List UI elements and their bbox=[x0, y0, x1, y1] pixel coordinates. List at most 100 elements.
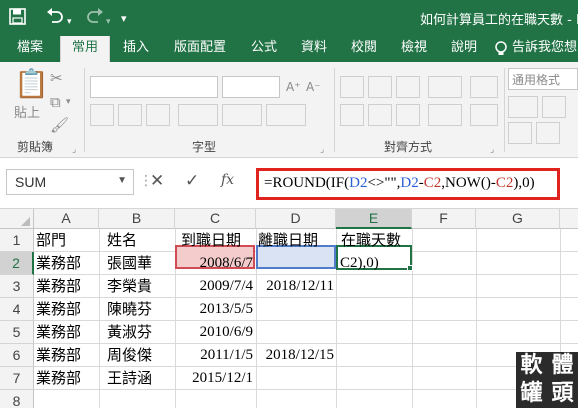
wrap-text-button[interactable] bbox=[470, 76, 498, 98]
cell-c3[interactable]: 2009/7/4 bbox=[175, 275, 253, 298]
copy-icon[interactable]: ⧉ bbox=[50, 94, 61, 110]
select-all-corner[interactable] bbox=[0, 209, 34, 229]
align-top-button[interactable] bbox=[340, 76, 364, 98]
row-header-8[interactable]: 8 bbox=[0, 390, 34, 408]
enter-icon[interactable]: ✓ bbox=[185, 171, 199, 191]
row-header-3[interactable]: 3 bbox=[0, 275, 34, 298]
cell-a5[interactable]: 業務部 bbox=[34, 321, 99, 344]
cell-a3[interactable]: 業務部 bbox=[34, 275, 99, 298]
save-icon[interactable] bbox=[9, 8, 26, 30]
tab-page-layout[interactable]: 版面配置 bbox=[168, 36, 232, 62]
cell-c6[interactable]: 2011/1/5 bbox=[175, 344, 253, 367]
increase-decimal-button[interactable] bbox=[508, 122, 532, 144]
font-size-box[interactable] bbox=[222, 76, 280, 98]
underline-button[interactable] bbox=[146, 104, 170, 126]
bold-button[interactable] bbox=[90, 104, 114, 126]
column-header-g[interactable]: G bbox=[476, 209, 560, 229]
clipboard-icon[interactable]: 📋 bbox=[14, 70, 49, 98]
accounting-format-button[interactable] bbox=[508, 96, 538, 118]
cut-icon[interactable]: ✂ bbox=[50, 70, 63, 86]
tab-formulas[interactable]: 公式 bbox=[244, 36, 284, 62]
alignment-launcher-icon[interactable]: ⌟ bbox=[490, 142, 494, 158]
redo-icon[interactable] bbox=[86, 8, 104, 29]
copy-dropdown-icon[interactable]: ▾ bbox=[66, 94, 71, 110]
redo-dropdown-icon[interactable]: ▾ bbox=[106, 12, 111, 30]
cell-b3[interactable]: 李榮貴 bbox=[105, 275, 175, 298]
cancel-icon[interactable]: ✕ bbox=[150, 171, 164, 191]
formula-input[interactable]: =ROUND(IF(D2<>"",D2-C2,NOW()-C2),0) bbox=[256, 168, 560, 200]
cell-a6[interactable]: 業務部 bbox=[34, 344, 99, 367]
align-left-button[interactable] bbox=[340, 104, 364, 126]
name-box[interactable]: SUM ▼ bbox=[6, 169, 134, 195]
row-header-2[interactable]: 2 bbox=[0, 252, 34, 275]
cell-b5[interactable]: 黃淑芬 bbox=[105, 321, 175, 344]
font-color-button[interactable] bbox=[266, 104, 306, 126]
cell-b7[interactable]: 王詩涵 bbox=[105, 367, 175, 390]
row-header-4[interactable]: 4 bbox=[0, 298, 34, 321]
cell-d1[interactable]: 離職日期 bbox=[256, 229, 336, 252]
undo-icon[interactable] bbox=[46, 8, 64, 29]
undo-dropdown-icon[interactable]: ▾ bbox=[67, 12, 72, 30]
tab-insert[interactable]: 插入 bbox=[116, 36, 156, 62]
align-bottom-button[interactable] bbox=[396, 76, 420, 98]
tell-me-search[interactable]: 告訴我您想 bbox=[512, 36, 578, 62]
tab-file[interactable]: 檔案 bbox=[6, 36, 54, 62]
decrease-font-icon[interactable]: A⁻ bbox=[306, 79, 321, 95]
tab-data[interactable]: 資料 bbox=[294, 36, 334, 62]
column-header-d[interactable]: D bbox=[256, 209, 336, 229]
column-header-f[interactable]: F bbox=[412, 209, 476, 229]
cell-c1[interactable]: 到職日期 bbox=[179, 229, 256, 252]
document-title: 如何計算員工的在職天數 - E bbox=[420, 13, 578, 28]
fill-color-button[interactable] bbox=[222, 104, 262, 126]
cell-b1[interactable]: 姓名 bbox=[105, 229, 175, 252]
cell-a2[interactable]: 業務部 bbox=[34, 252, 99, 275]
cell-e2[interactable]: C2),0) bbox=[338, 252, 410, 275]
lightbulb-icon[interactable] bbox=[494, 36, 510, 62]
align-center-button[interactable] bbox=[368, 104, 392, 126]
row-header-6[interactable]: 6 bbox=[0, 344, 34, 367]
font-launcher-icon[interactable]: ⌟ bbox=[320, 142, 324, 158]
column-header-a[interactable]: A bbox=[34, 209, 99, 229]
insert-function-icon[interactable]: fx bbox=[221, 172, 234, 188]
cell-b2[interactable]: 張國華 bbox=[105, 252, 175, 275]
cell-c2[interactable]: 2008/6/7 bbox=[175, 252, 253, 275]
cell-b4[interactable]: 陳曉芬 bbox=[105, 298, 175, 321]
clipboard-launcher-icon[interactable]: ⌟ bbox=[72, 142, 76, 158]
orientation-button[interactable] bbox=[428, 76, 462, 98]
format-painter-icon[interactable]: 🖌 bbox=[50, 117, 69, 133]
cell-c4[interactable]: 2013/5/5 bbox=[175, 298, 253, 321]
name-box-value: SUM bbox=[15, 174, 47, 190]
customize-quick-access-icon[interactable]: ▾ bbox=[121, 10, 127, 28]
cell-d6[interactable]: 2018/12/15 bbox=[256, 344, 334, 367]
merge-center-button[interactable] bbox=[470, 104, 498, 126]
align-right-button[interactable] bbox=[396, 104, 420, 126]
column-header-b[interactable]: B bbox=[99, 209, 175, 229]
row-header-5[interactable]: 5 bbox=[0, 321, 34, 344]
column-header-c[interactable]: C bbox=[175, 209, 256, 229]
cell-a1[interactable]: 部門 bbox=[34, 229, 99, 252]
cell-a7[interactable]: 業務部 bbox=[34, 367, 99, 390]
tab-view[interactable]: 檢視 bbox=[394, 36, 434, 62]
cell-c7[interactable]: 2015/12/1 bbox=[175, 367, 253, 390]
align-middle-button[interactable] bbox=[368, 76, 392, 98]
paste-button-label[interactable]: 貼上 bbox=[14, 102, 40, 121]
font-name-box[interactable] bbox=[90, 76, 218, 98]
tab-review[interactable]: 校閱 bbox=[344, 36, 384, 62]
border-button[interactable] bbox=[178, 104, 218, 126]
column-header-e[interactable]: E bbox=[336, 209, 412, 229]
cell-b6[interactable]: 周俊傑 bbox=[105, 344, 175, 367]
indent-button[interactable] bbox=[428, 104, 462, 126]
tab-help[interactable]: 說明 bbox=[444, 36, 484, 62]
row-header-7[interactable]: 7 bbox=[0, 367, 34, 390]
cell-c5[interactable]: 2010/6/9 bbox=[175, 321, 253, 344]
row-header-1[interactable]: 1 bbox=[0, 229, 34, 252]
tab-home[interactable]: 常用 bbox=[60, 36, 110, 62]
percent-button[interactable] bbox=[542, 96, 566, 118]
name-box-dropdown-icon[interactable]: ▼ bbox=[117, 175, 127, 186]
increase-font-icon[interactable]: A⁺ bbox=[286, 79, 301, 95]
cell-e1[interactable]: 在職天數 bbox=[339, 229, 412, 252]
cell-a4[interactable]: 業務部 bbox=[34, 298, 99, 321]
decrease-decimal-button[interactable] bbox=[536, 122, 560, 144]
italic-button[interactable] bbox=[118, 104, 142, 126]
cell-d3[interactable]: 2018/12/11 bbox=[256, 275, 334, 298]
